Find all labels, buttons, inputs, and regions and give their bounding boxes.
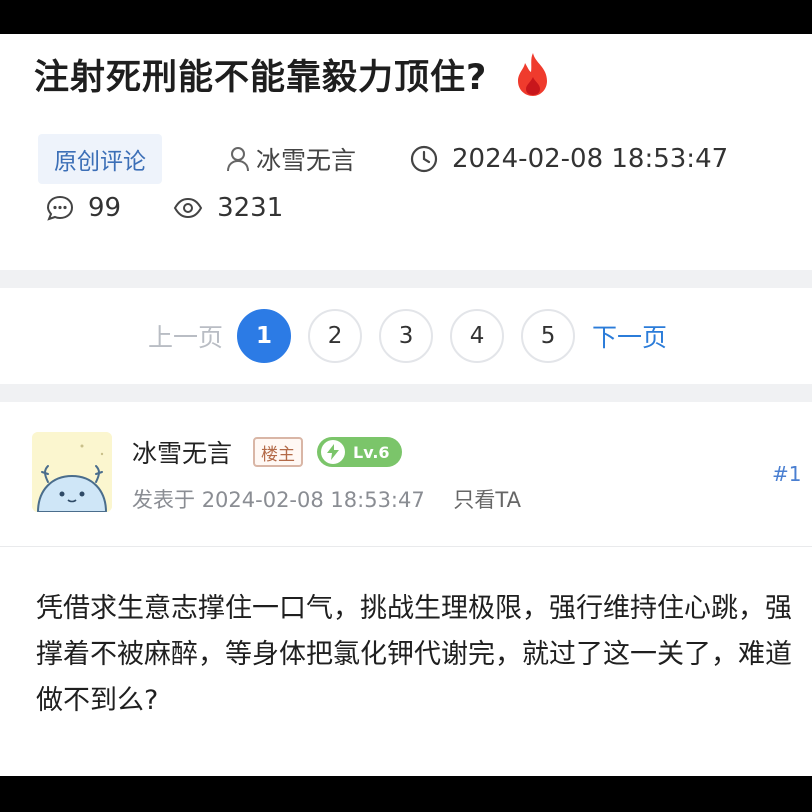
bolt-icon: [321, 440, 345, 464]
view-count-text: 3231: [217, 193, 284, 223]
reply-meta: 发表于 2024-02-08 18:53:47 只看TA: [132, 484, 521, 514]
page-button-3[interactable]: 3: [379, 309, 434, 363]
post-title: 注射死刑能不能靠毅力顶住?: [34, 44, 553, 104]
floor-number: #1: [772, 462, 802, 486]
comment-icon: [46, 195, 74, 221]
divider: [0, 546, 812, 547]
level-badge: Lv.6: [317, 437, 402, 467]
prev-page-button[interactable]: 上一页: [148, 318, 223, 354]
post-body: 凭借求生意志撑住一口气，挑战生理极限，强行维持住心跳，强撑着不被麻醉，等身体把氯…: [36, 593, 792, 716]
posted-prefix: 发表于: [132, 488, 195, 512]
post-datetime: 2024-02-08 18:53:47: [410, 144, 728, 174]
author-info[interactable]: 冰雪无言: [226, 141, 356, 177]
view-count: 3231: [173, 193, 283, 223]
comment-count-text: 99: [88, 193, 122, 223]
level-text: Lv.6: [353, 442, 390, 462]
post-stats: 99 3231: [46, 186, 283, 230]
author-name: 冰雪无言: [256, 146, 357, 175]
section-separator: [0, 384, 812, 402]
eye-icon: [173, 197, 203, 219]
category-tag[interactable]: 原创评论: [38, 134, 162, 184]
posted-time: 2024-02-08 18:53:47: [201, 488, 425, 512]
page-button-2[interactable]: 2: [308, 309, 363, 363]
comment-count[interactable]: 99: [46, 193, 121, 223]
pagination: 上一页 1 2 3 4 5 下一页: [148, 306, 667, 366]
page-button-4[interactable]: 4: [450, 309, 505, 363]
post-meta-row: 原创评论 冰雪无言 2024-02-08 18:53:47: [38, 132, 728, 186]
reply-username[interactable]: 冰雪无言: [132, 434, 232, 470]
next-page-button[interactable]: 下一页: [592, 318, 667, 354]
post-page: 注射死刑能不能靠毅力顶住? 原创评论 冰雪无言 2024-02-08 18:53…: [0, 34, 812, 776]
fire-icon: [513, 51, 553, 97]
post-title-text: 注射死刑能不能靠毅力顶住?: [34, 57, 488, 98]
section-separator: [0, 270, 812, 288]
post-datetime-text: 2024-02-08 18:53:47: [452, 144, 729, 174]
owner-badge: 楼主: [253, 437, 303, 467]
user-icon: [227, 147, 249, 172]
clock-icon: [410, 145, 438, 173]
only-ta-link[interactable]: 只看TA: [453, 488, 521, 512]
avatar[interactable]: [32, 432, 112, 512]
page-button-5[interactable]: 5: [521, 309, 576, 363]
page-button-1[interactable]: 1: [237, 309, 292, 363]
